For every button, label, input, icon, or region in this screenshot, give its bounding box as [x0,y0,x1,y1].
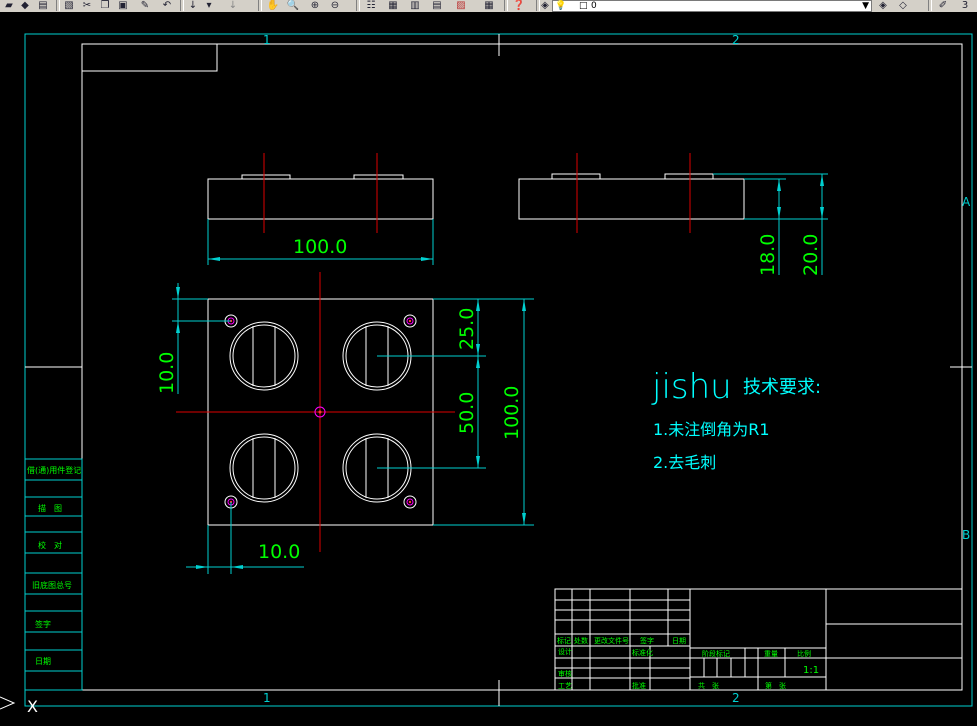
redo-icon[interactable]: ↓ [186,0,200,11]
sheet-set-icon[interactable]: ▤ [430,0,444,11]
pan-icon[interactable]: ✋ [266,0,280,11]
tb-stage: 阶段标记 [702,649,730,658]
chevron-down-icon[interactable]: ▾ [204,0,214,11]
technical-notes: jishu 技术要求: 1.未注倒角为R1 2.去毛刺 [651,367,821,472]
tb-label-change: 更改文件号 [594,636,629,645]
side-row-label: 签字 [35,619,51,629]
mount-hole [403,495,417,509]
notes-line-2: 2.去毛刺 [653,453,716,472]
port-circle [229,433,299,503]
tb-sheets: 共 张 [698,681,719,690]
dim-bottom-offset: 10.0 [258,541,300,563]
toolbar-value: 3 [961,0,969,11]
copy-icon[interactable]: ❐ [98,0,112,11]
zoom-realtime-icon[interactable]: 🔍 [286,0,300,11]
zoom-window-icon[interactable]: ⊕ [308,0,322,11]
tb-design: 设计 [558,647,572,656]
zoom-previous-icon[interactable]: ⊖ [328,0,342,11]
toolbar-separator [180,0,184,11]
port-circle [229,321,299,391]
tb-weight: 重量 [764,650,778,658]
print-icon[interactable]: ▤ [36,0,50,11]
side-row-label: 校 对 [38,540,62,550]
dim-right-h1: 18.0 [757,234,779,276]
bulb-icon: 💡 [555,1,567,11]
side-row-label: 旧底图总号 [32,580,72,590]
design-center-icon[interactable]: ▦ [386,0,400,11]
tb-label-sign: 签字 [640,636,654,645]
layer-prev-icon[interactable]: ◈ [876,0,890,11]
zone-label-A: A [962,195,971,209]
undo-icon[interactable]: ↶ [160,0,174,11]
tb-ratio-label: 比例 [797,649,811,658]
layer-name: 0 [591,1,597,11]
mount-hole [403,314,417,328]
properties-icon[interactable]: ☷ [364,0,378,11]
notes-title-prefix: jishu [651,367,732,407]
layer-dropdown[interactable]: 💡 □ 0 ▼ [552,0,872,12]
drawing-canvas[interactable]: 1 2 1 2 A B 100.0 18.0 20.0 10.0 10.0 25… [0,12,977,726]
toolbar-separator [356,0,360,11]
markup-icon[interactable]: ▨ [454,0,468,11]
dim-hole-spacing-mid: 50.0 [456,392,478,434]
help-icon[interactable]: ❓ [512,0,526,11]
tb-standard: 标准化 [632,648,653,657]
dim-right-h2: 20.0 [800,234,822,276]
cut-icon[interactable]: ✂ [80,0,94,11]
dim-left-offset: 10.0 [156,352,178,394]
inner-frame [81,43,963,691]
zone-label-top-1: 1 [263,33,271,47]
dim-top-width: 100.0 [293,236,347,258]
side-row-label: 日期 [35,657,51,666]
toolbar-separator [56,0,60,11]
save-icon[interactable]: ◆ [18,0,32,11]
layer-manager-icon[interactable]: ◈ [540,0,550,11]
notes-title: 技术要求: [743,377,821,398]
tb-sheet-no: 第 张 [765,681,786,690]
side-row-label: 借(通)用件登记 [27,465,81,475]
plan-view: 10.0 10.0 25.0 50.0 100.0 [156,272,534,574]
toolbar-separator [928,0,932,11]
side-view: 18.0 20.0 [518,153,828,276]
toolbar-separator [258,0,262,11]
ucs-x-label: X [27,697,38,716]
notes-line-1: 1.未注倒角为R1 [653,420,770,439]
chevron-down-icon[interactable]: ▼ [862,1,869,11]
front-view: 100.0 [207,153,434,265]
tb-check: 审核 [558,669,572,678]
ucs-icon: X [0,696,38,716]
side-row-label: 描 图 [38,503,62,513]
preview-icon[interactable]: ▧ [62,0,76,11]
tb-label-date: 日期 [672,637,686,645]
toolbar-separator [504,0,508,11]
frame-corner-box [82,44,218,72]
layer-color-icon: □ [579,1,588,11]
zone-label-bottom-1: 1 [263,691,271,705]
tb-label-count: 处数 [574,636,588,645]
tb-ratio: 1:1 [803,665,819,676]
layer-state-icon[interactable]: ◇ [896,0,910,11]
tool-palette-icon[interactable]: ▥ [408,0,422,11]
calculator-icon[interactable]: ▦ [482,0,496,11]
match-prop-icon[interactable]: ✎ [138,0,152,11]
dim-hole-spacing-top: 25.0 [456,308,478,350]
disabled-arrow-icon: ↓ [228,0,238,11]
zone-label-bottom-2: 2 [732,691,740,705]
draw-order-icon[interactable]: ✐ [936,0,950,11]
open-icon[interactable]: ▰ [2,0,16,11]
tb-craft: 工艺 [558,682,572,690]
zone-label-top-2: 2 [732,33,740,47]
zone-label-B: B [962,528,970,542]
paste-icon[interactable]: ▣ [116,0,130,11]
tb-approve: 批准 [632,681,646,690]
side-record-table [24,458,83,691]
tb-label-mark: 标记 [557,636,571,645]
dim-overall-height: 100.0 [501,386,523,440]
